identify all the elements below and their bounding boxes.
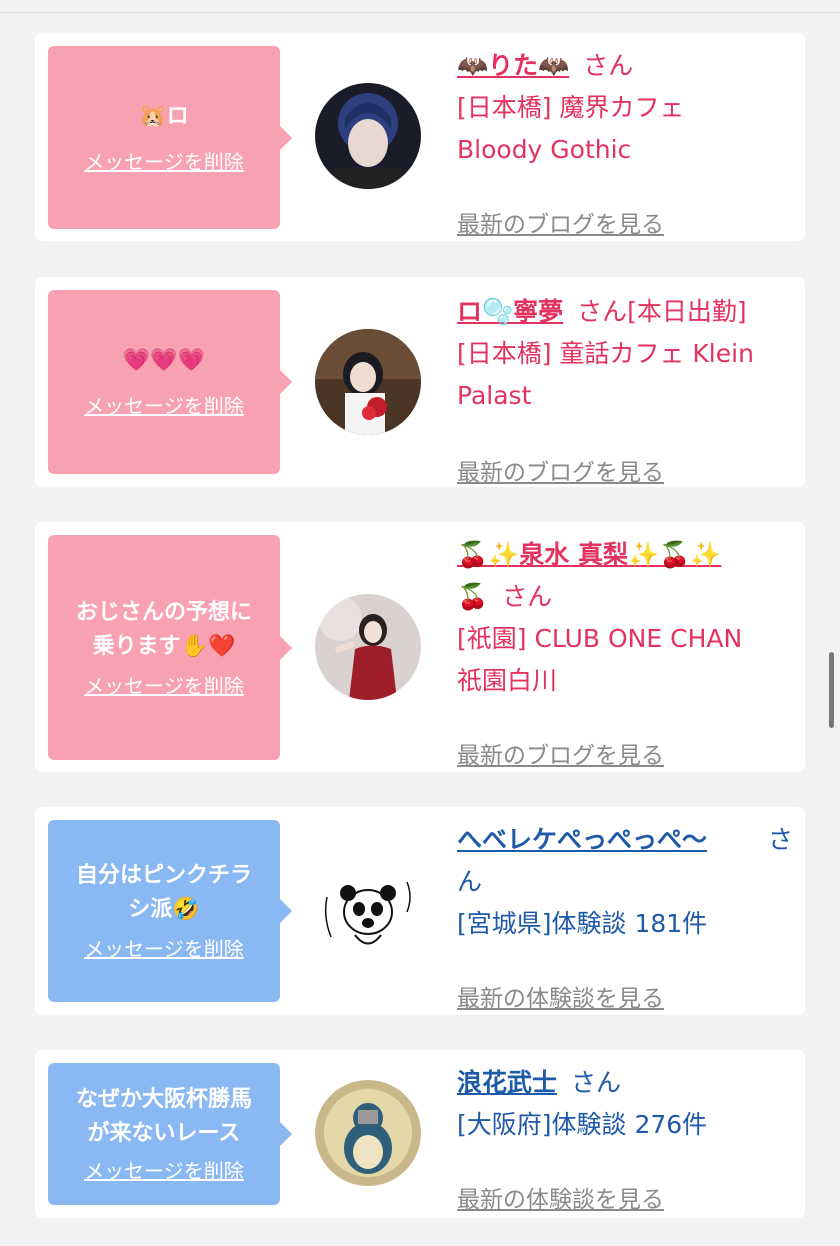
message-bubble: 💗💗💗 メッセージを削除 [48,290,292,474]
profile-info: 🦇りた🦇 さん [日本橋] 魔界カフェ Bloody Gothic 最新のブログを… [457,45,793,238]
message-card: 自分はピンクチラ シ派🤣 メッセージを削除 へべレケぺっぺっぺ〜 さ ん [宮城県… [35,807,805,1015]
profile-info: 🍒✨泉水 真梨✨🍒✨ 🍒 さん [祇園] CLUB ONE CHAN 祇園白川 最… [457,534,793,769]
honorific: さん [502,582,553,611]
honorific: さん [571,1068,622,1097]
message-bubble: 自分はピンクチラ シ派🤣 メッセージを削除 [48,820,292,1002]
delete-message-link[interactable]: メッセージを削除 [84,392,244,420]
latest-review-link[interactable]: 最新の体験談を見る [457,1180,664,1214]
shop-name: [日本橋] 魔界カフェ [457,93,685,122]
profile-name-link[interactable]: 浪花武士 [457,1068,557,1097]
message-text: 💗💗💗 [122,348,206,373]
profile-name-link-cont[interactable]: 🍒 [457,582,488,611]
profile-info: へべレケぺっぺっぺ〜 さ ん [宮城県]体験談 181件 最新の体験談を見る [457,819,793,1012]
shop-name-cont: 祇園白川 [457,666,558,695]
delete-message-link[interactable]: メッセージを削除 [84,1157,244,1185]
message-card: おじさんの予想に 乗ります✋❤️ メッセージを削除 🍒✨泉水 真梨✨🍒✨ 🍒 さん [35,522,805,772]
honorific: さ [767,825,793,854]
review-count: [宮城県]体験談 181件 [457,909,708,938]
honorific-cont: ん [457,867,483,896]
shop-name: [祇園] CLUB ONE CHAN [457,624,743,653]
profile-name-link[interactable]: 🍒✨泉水 真梨✨🍒✨ [457,540,721,569]
message-bubble: なぜか大阪杯勝馬 が来ないレース メッセージを削除 [48,1063,292,1205]
panda-illustration-icon [315,857,421,963]
top-divider [0,12,840,13]
delete-message-link[interactable]: メッセージを削除 [84,672,244,700]
review-count: [大阪府]体験談 276件 [457,1110,708,1139]
honorific: さん [577,297,628,326]
avatar[interactable] [315,329,421,435]
profile-info: 浪花武士 さん [大阪府]体験談 276件 最新の体験談を見る [457,1062,793,1213]
message-text: おじさんの予想に 乗ります✋❤️ [75,599,252,659]
avatar[interactable] [315,83,421,189]
message-bubble: おじさんの予想に 乗ります✋❤️ メッセージを削除 [48,535,292,760]
message-text: 🐹ロ [139,103,189,129]
profile-name-link[interactable]: 🦇りた🦇 [457,51,569,80]
message-bubble: 🐹ロ メッセージを削除 [48,46,292,229]
latest-blog-link[interactable]: 最新のブログを見る [457,453,664,487]
message-text: 自分はピンクチラ シ派🤣 [75,863,252,922]
message-card: 🐹ロ メッセージを削除 🦇りた🦇 さん [日本橋] 魔界カフェ Bloody Go… [35,33,805,241]
profile-name-link[interactable]: へべレケぺっぺっぺ〜 [457,825,707,854]
delete-message-link[interactable]: メッセージを削除 [84,935,244,963]
message-text: なぜか大阪杯勝馬 が来ないレース [75,1087,252,1146]
shop-name-cont: Palast [457,381,532,410]
delete-message-link[interactable]: メッセージを削除 [84,148,244,176]
profile-info: ロ🫧寧夢 さん[本日出勤] [日本橋] 童話カフェ Klein Palast 最新… [457,291,793,486]
avatar[interactable] [315,857,421,963]
message-card: 💗💗💗 メッセージを削除 ロ🫧寧夢 さん[本日出勤] [日本橋] 童話カフェ Kl… [35,277,805,487]
latest-blog-link[interactable]: 最新のブログを見る [457,736,664,770]
scrollbar[interactable] [829,652,834,728]
latest-review-link[interactable]: 最新の体験談を見る [457,979,664,1013]
avatar[interactable] [315,1080,421,1186]
shop-name: [日本橋] 童話カフェ Klein [457,339,754,368]
shop-name-cont: Bloody Gothic [457,135,632,164]
profile-name-link[interactable]: ロ🫧寧夢 [457,297,563,326]
message-card: なぜか大阪杯勝馬 が来ないレース メッセージを削除 浪花武士 さん [大阪府]体験… [35,1050,805,1218]
status-tag: [本日出勤] [627,297,747,326]
honorific: さん [583,51,634,80]
avatar[interactable] [315,594,421,700]
latest-blog-link[interactable]: 最新のブログを見る [457,205,664,239]
